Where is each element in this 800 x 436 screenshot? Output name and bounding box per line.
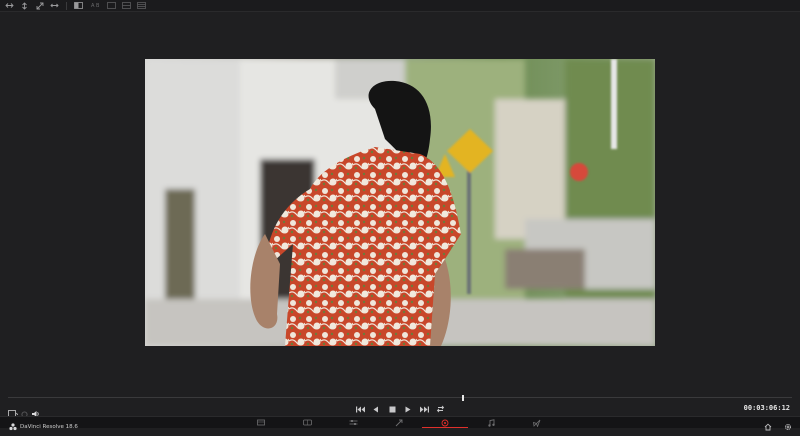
color-page-icon — [441, 419, 449, 426]
video-frame[interactable] — [145, 59, 655, 346]
tab-fusion[interactable] — [376, 417, 422, 428]
viewer-toolbar: A B — [0, 0, 800, 12]
vertical-flip-icon[interactable] — [19, 1, 30, 10]
tab-fairlight[interactable] — [468, 417, 514, 428]
reverse-button[interactable] — [371, 404, 381, 414]
layout-icon-3[interactable] — [136, 1, 147, 10]
toolbar-divider — [66, 1, 67, 10]
viewer-area — [0, 13, 800, 395]
layout-icon-2[interactable] — [121, 1, 132, 10]
page-bar-right-icons — [764, 418, 792, 436]
tab-color[interactable] — [422, 417, 468, 428]
expand-icon[interactable] — [34, 1, 45, 10]
media-page-icon — [257, 419, 265, 426]
edit-page-icon — [349, 420, 357, 425]
cut-page-icon — [302, 419, 312, 426]
fairlight-page-icon — [487, 418, 495, 427]
stop-button[interactable] — [387, 404, 397, 414]
scrubber-bar[interactable] — [0, 395, 800, 401]
tab-deliver[interactable] — [514, 417, 560, 428]
fusion-page-icon — [395, 419, 403, 426]
play-button[interactable] — [403, 404, 413, 414]
app-name: DaVinci Resolve 18.6 — [20, 424, 78, 430]
page-navigation-bar: DaVinci Resolve 18.6 — [0, 416, 800, 431]
layout-icon-1[interactable] — [106, 1, 117, 10]
tab-cut[interactable] — [284, 417, 330, 428]
timecode-display: 00:03:06:12 — [743, 404, 790, 412]
scrubber-track[interactable] — [8, 397, 792, 398]
single-viewer-icon[interactable] — [73, 1, 84, 10]
davinci-logo-icon — [9, 418, 17, 436]
playhead[interactable] — [461, 395, 464, 401]
home-icon[interactable] — [764, 418, 772, 436]
page-tabs — [238, 417, 560, 428]
compare-wipe-icon[interactable] — [49, 1, 60, 10]
transport-bar: 00:03:06:12 — [0, 402, 800, 418]
loop-button[interactable] — [435, 404, 445, 414]
app-brand: DaVinci Resolve 18.6 — [9, 418, 78, 436]
go-to-start-button[interactable] — [355, 404, 365, 414]
playback-controls — [355, 404, 445, 414]
ab-label: A B — [91, 2, 100, 9]
settings-gear-icon[interactable] — [784, 418, 792, 436]
video-frame-image — [145, 59, 655, 346]
split-view-icon[interactable] — [4, 1, 15, 10]
tab-edit[interactable] — [330, 417, 376, 428]
tab-media[interactable] — [238, 417, 284, 428]
deliver-page-icon — [533, 419, 541, 427]
go-to-end-button[interactable] — [419, 404, 429, 414]
